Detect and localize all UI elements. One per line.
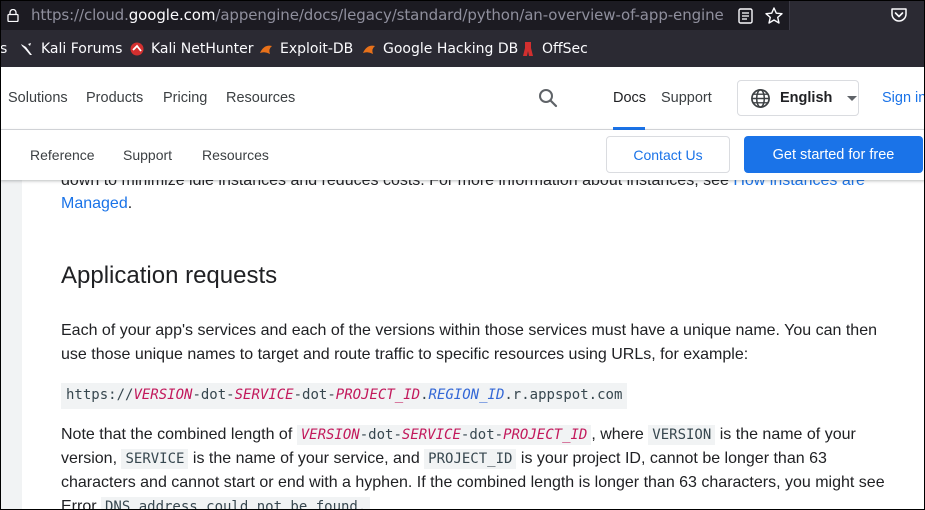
bookmark-label: s	[0, 41, 8, 57]
lock-icon	[7, 9, 19, 22]
url-text[interactable]: https://cloud.google.com/appengine/docs/…	[31, 6, 724, 24]
bookmark-star-icon[interactable]	[764, 6, 784, 26]
code-service: SERVICE	[234, 387, 294, 403]
pocket-icon[interactable]	[890, 6, 908, 24]
bookmark-google-hacking-db[interactable]: Google Hacking DB	[361, 40, 518, 58]
para2-line2: version, SERVICE is the name of your ser…	[61, 447, 827, 471]
code-region: REGION_ID	[428, 387, 505, 403]
para2-line4: Error DNS address could not be found.	[61, 495, 371, 510]
subnav-support[interactable]: Support	[123, 147, 172, 163]
subnav-resources[interactable]: Resources	[202, 147, 269, 163]
code-sep: .	[420, 387, 429, 403]
bookmark-offsec[interactable]: OffSec	[520, 40, 588, 58]
para2-is-project: is your project ID, cannot be longer tha…	[516, 450, 827, 467]
para2-line3: characters and cannot start or end with …	[61, 474, 885, 491]
inline-code-combined: VERSION-dot-SERVICE-dot-PROJECT_ID	[296, 425, 592, 445]
language-label: English	[780, 90, 833, 106]
address-bar[interactable]: https://cloud.google.com/appengine/docs/…	[0, 1, 790, 30]
globe-icon	[751, 88, 770, 108]
nav-docs[interactable]: Docs	[613, 90, 646, 106]
code-project: PROJECT_ID	[335, 387, 421, 403]
url-path: /appengine/docs/legacy/standard/python/a…	[215, 6, 724, 24]
code-dot: -dot-	[192, 387, 235, 403]
managed-link[interactable]: Managed	[61, 195, 128, 212]
bookmarks-toolbar: s Kali Forums Kali NetHunter Exploit-DB …	[0, 31, 925, 67]
url-host: google.com	[128, 6, 216, 24]
code-dot: -dot-	[460, 427, 504, 443]
code-suffix: .r.appspot.com	[504, 387, 623, 403]
code-dot: -dot-	[359, 427, 402, 443]
nav-products[interactable]: Products	[86, 90, 143, 106]
search-icon[interactable]	[537, 87, 559, 109]
bookmark-label: Exploit-DB	[280, 41, 354, 57]
para2-lead: Note that the combined length of	[61, 426, 297, 443]
para1-line2: use those unique names to target and rou…	[61, 346, 749, 363]
exploitdb-icon	[260, 45, 272, 54]
ghdb-icon	[363, 45, 375, 54]
code-project: PROJECT_ID	[503, 427, 588, 443]
kali-forums-icon	[21, 43, 32, 55]
para2-line1: Note that the combined length of VERSION…	[61, 423, 856, 447]
bookmark-kali-nethunter[interactable]: Kali NetHunter	[129, 40, 253, 58]
nav-support[interactable]: Support	[661, 90, 712, 106]
code-scheme: https://	[66, 387, 134, 403]
inline-code-service: SERVICE	[121, 449, 189, 469]
nethunter-icon	[130, 42, 144, 56]
sign-in-link[interactable]: Sign in	[882, 90, 925, 106]
inline-code-project: PROJECT_ID	[424, 449, 517, 469]
para2-is-service: is the name of your service, and	[188, 450, 425, 467]
para2-version-word: version,	[61, 450, 122, 467]
nav-solutions[interactable]: Solutions	[8, 90, 68, 106]
get-started-button[interactable]: Get started for free	[744, 136, 923, 173]
nav-pricing[interactable]: Pricing	[163, 90, 207, 106]
site-header: Solutions Products Pricing Resources Doc…	[0, 67, 925, 130]
inline-code-version: VERSION	[648, 425, 716, 445]
para2-error-lead: Error	[61, 498, 101, 510]
bookmark-exploit-db[interactable]: Exploit-DB	[258, 40, 353, 58]
bookmark-truncated[interactable]: s	[0, 40, 7, 58]
code-version: VERSION	[133, 387, 193, 403]
reader-view-icon[interactable]	[738, 8, 753, 24]
contact-us-button[interactable]: Contact Us	[606, 136, 730, 173]
bookmark-label: OffSec	[542, 41, 588, 57]
url-example-code: https://VERSION-dot-SERVICE-dot-PROJECT_…	[61, 383, 628, 409]
sub-navigation: Reference Support Resources Contact Us G…	[0, 130, 925, 180]
code-version: VERSION	[300, 427, 360, 443]
language-selector[interactable]: English	[737, 80, 859, 116]
bookmark-label: Google Hacking DB	[383, 41, 519, 57]
offsec-icon	[523, 42, 533, 56]
subnav-reference[interactable]: Reference	[30, 147, 95, 163]
nav-resources[interactable]: Resources	[226, 90, 295, 106]
para1-line1: Each of your app's services and each of …	[61, 322, 877, 339]
inline-code-dns-error: DNS address could not be found.	[101, 497, 371, 510]
section-heading: Application requests	[61, 262, 278, 289]
chevron-down-icon	[847, 95, 858, 101]
code-dot: -dot-	[293, 387, 336, 403]
para2-where: , where	[591, 426, 649, 443]
para2-is-version: is the name of your	[715, 426, 856, 443]
bookmark-kali-forums[interactable]: Kali Forums	[19, 40, 122, 58]
bookmark-label: Kali NetHunter	[151, 41, 254, 57]
bookmark-label: Kali Forums	[41, 41, 123, 57]
code-service: SERVICE	[401, 427, 461, 443]
browser-toolbar: https://cloud.google.com/appengine/docs/…	[0, 0, 925, 31]
intro-text-line2: Managed.	[61, 195, 133, 212]
url-prefix: https://cloud.	[31, 6, 129, 24]
article-body: down to minimize idle instances and redu…	[22, 130, 925, 510]
